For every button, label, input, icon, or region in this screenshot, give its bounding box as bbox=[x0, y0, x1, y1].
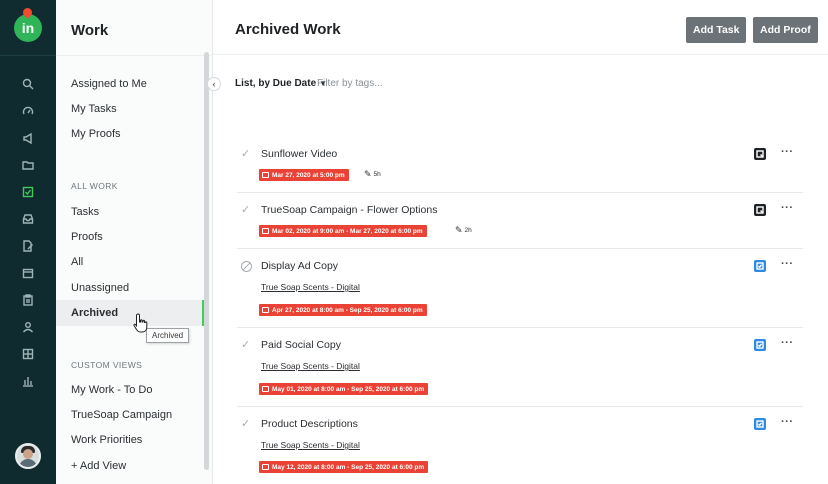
megaphone-icon[interactable] bbox=[0, 124, 56, 151]
user-avatar[interactable] bbox=[15, 443, 41, 469]
task-type-icon bbox=[754, 339, 766, 351]
completed-check-icon[interactable]: ✓ bbox=[241, 339, 253, 351]
due-date-badge: Apr 27, 2020 at 8:00 am - Sep 25, 2020 a… bbox=[259, 304, 427, 316]
cancelled-status-icon[interactable] bbox=[241, 261, 252, 272]
sidebar-item-proofs[interactable]: Proofs bbox=[71, 231, 103, 243]
calendar-icon bbox=[262, 464, 269, 470]
sidebar-divider bbox=[56, 55, 213, 56]
collapse-sidebar-chevron-icon[interactable]: ‹ bbox=[207, 77, 221, 91]
sidebar-item-all[interactable]: All bbox=[71, 256, 83, 268]
task-row[interactable]: ✓ Paid Social Copy True Soap Scents - Di… bbox=[237, 337, 803, 407]
task-type-icon bbox=[754, 418, 766, 430]
sidebar-scrollbar[interactable] bbox=[204, 52, 209, 470]
hand-cursor-icon bbox=[133, 313, 148, 333]
main-header: Archived Work Add Task Add Proof bbox=[213, 0, 828, 55]
clipboard-icon[interactable] bbox=[0, 286, 56, 313]
more-options-icon[interactable]: ··· bbox=[781, 202, 794, 214]
sidebar-item-assigned-to-me[interactable]: Assigned to Me bbox=[71, 78, 147, 90]
icon-rail: in bbox=[0, 0, 56, 484]
task-type-icon bbox=[754, 260, 766, 272]
section-header-all-work: ALL WORK bbox=[71, 181, 118, 191]
proof-type-icon bbox=[754, 204, 766, 216]
sidebar-item-archived[interactable]: Archived bbox=[71, 307, 118, 319]
folder-icon[interactable] bbox=[0, 151, 56, 178]
logo-text: in bbox=[21, 20, 35, 36]
user-icon[interactable] bbox=[0, 313, 56, 340]
task-row[interactable]: Display Ad Copy True Soap Scents - Digit… bbox=[237, 258, 803, 328]
task-row[interactable]: ✓ Product Descriptions True Soap Scents … bbox=[237, 416, 803, 480]
completed-check-icon[interactable]: ✓ bbox=[241, 204, 253, 216]
task-name[interactable]: TrueSoap Campaign - Flower Options bbox=[261, 204, 437, 216]
sidebar-item-truesoap-campaign[interactable]: TrueSoap Campaign bbox=[71, 409, 172, 421]
dashboard-gauge-icon[interactable] bbox=[0, 97, 56, 124]
pencil-icon: ✎ bbox=[364, 169, 372, 179]
more-options-icon[interactable]: ··· bbox=[781, 258, 794, 270]
calendar-icon bbox=[262, 307, 269, 313]
section-header-custom-views: CUSTOM VIEWS bbox=[71, 360, 143, 370]
work-sidebar: Work Assigned to Me My Tasks My Proofs A… bbox=[56, 0, 213, 484]
add-view-button[interactable]: + Add View bbox=[71, 460, 126, 472]
list-toolbar: List, by Due Date ▼ Filter by tags... bbox=[235, 78, 383, 89]
sidebar-item-my-work-to-do[interactable]: My Work - To Do bbox=[71, 384, 153, 396]
sidebar-item-work-priorities[interactable]: Work Priorities bbox=[71, 434, 142, 446]
main-content: Archived Work Add Task Add Proof List, b… bbox=[213, 0, 828, 484]
search-icon[interactable] bbox=[0, 70, 56, 97]
bar-chart-icon[interactable] bbox=[0, 367, 56, 394]
page-title: Archived Work bbox=[235, 21, 341, 38]
calendar-icon bbox=[262, 172, 269, 178]
sidebar-title: Work bbox=[71, 22, 109, 39]
effort-estimate: ✎ 2h bbox=[455, 225, 472, 235]
file-edit-icon[interactable] bbox=[0, 232, 56, 259]
task-name[interactable]: Product Descriptions bbox=[261, 418, 358, 430]
task-row[interactable]: ✓ TrueSoap Campaign - Flower Options Mar… bbox=[237, 202, 803, 249]
due-date-badge: May 12, 2020 at 8:00 am - Sep 25, 2020 a… bbox=[259, 461, 429, 473]
project-link[interactable]: True Soap Scents - Digital bbox=[261, 361, 360, 371]
calendar-icon[interactable] bbox=[0, 259, 56, 286]
work-check-icon[interactable] bbox=[0, 178, 56, 205]
due-date-badge: Mar 27, 2020 at 5:00 pm bbox=[259, 169, 349, 181]
calendar-icon bbox=[262, 228, 269, 234]
more-options-icon[interactable]: ··· bbox=[781, 337, 794, 349]
tag-filter-input[interactable]: Filter by tags... bbox=[317, 78, 383, 89]
task-name[interactable]: Paid Social Copy bbox=[261, 339, 341, 351]
task-row[interactable]: ✓ Sunflower Video Mar 27, 2020 at 5:00 p… bbox=[237, 146, 803, 193]
completed-check-icon[interactable]: ✓ bbox=[241, 148, 253, 160]
task-name[interactable]: Display Ad Copy bbox=[261, 260, 338, 272]
due-date-badge: Mar 02, 2020 at 9:00 am - Mar 27, 2020 a… bbox=[259, 225, 427, 237]
sidebar-item-unassigned[interactable]: Unassigned bbox=[71, 282, 129, 294]
grid-icon[interactable] bbox=[0, 340, 56, 367]
project-link[interactable]: True Soap Scents - Digital bbox=[261, 440, 360, 450]
completed-check-icon[interactable]: ✓ bbox=[241, 418, 253, 430]
rail-nav bbox=[0, 70, 56, 394]
due-date-badge: May 01, 2020 at 8:00 am - Sep 25, 2020 a… bbox=[259, 383, 429, 395]
task-name[interactable]: Sunflower Video bbox=[261, 148, 337, 160]
pencil-icon: ✎ bbox=[455, 225, 463, 235]
more-options-icon[interactable]: ··· bbox=[781, 416, 794, 428]
add-task-button[interactable]: Add Task bbox=[686, 17, 747, 43]
sidebar-item-my-proofs[interactable]: My Proofs bbox=[71, 128, 121, 140]
inbox-icon[interactable] bbox=[0, 205, 56, 232]
sidebar-item-my-tasks[interactable]: My Tasks bbox=[71, 103, 117, 115]
sidebar-item-tasks[interactable]: Tasks bbox=[71, 206, 99, 218]
add-proof-button[interactable]: Add Proof bbox=[753, 17, 818, 43]
project-link[interactable]: True Soap Scents - Digital bbox=[261, 282, 360, 292]
calendar-icon bbox=[262, 386, 269, 392]
view-select-label: List, by Due Date bbox=[235, 78, 317, 89]
effort-estimate: ✎ 5h bbox=[364, 169, 381, 179]
proof-type-icon bbox=[754, 148, 766, 160]
more-options-icon[interactable]: ··· bbox=[781, 146, 794, 158]
archived-tooltip: Archived bbox=[146, 328, 190, 343]
view-select-dropdown[interactable]: List, by Due Date ▼ bbox=[235, 78, 327, 89]
